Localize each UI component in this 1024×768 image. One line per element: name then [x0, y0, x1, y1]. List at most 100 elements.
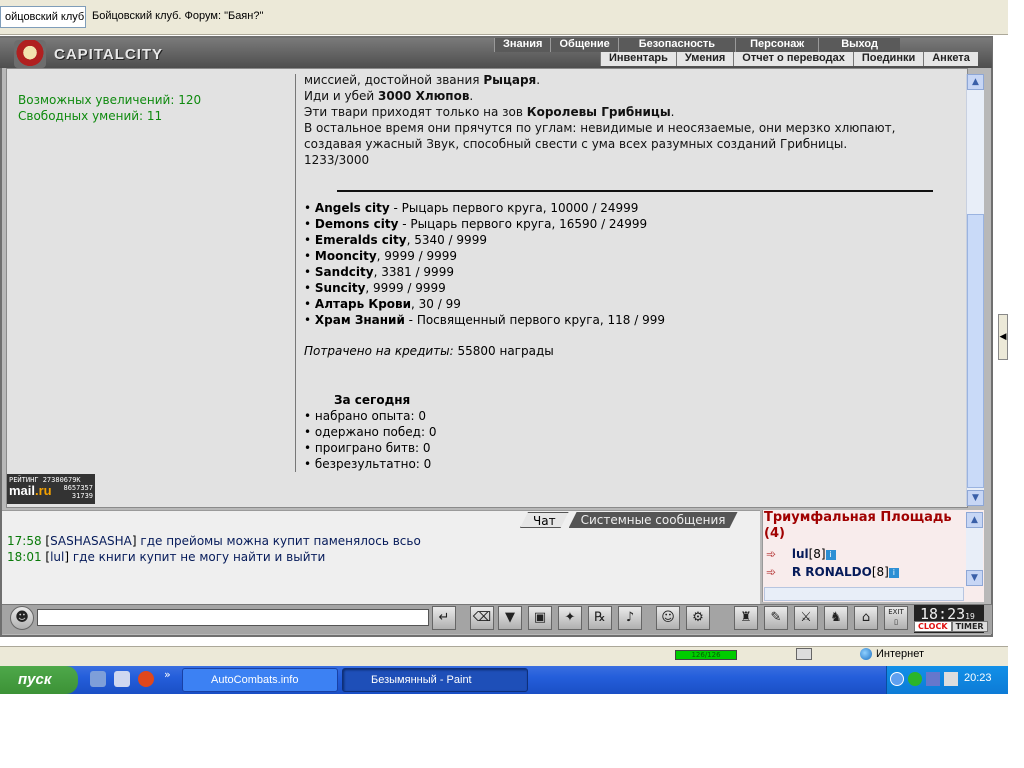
quest-line-3: Эти твари приходят только на зов Королев… — [304, 105, 675, 119]
fight-icon[interactable]: ⚔ — [794, 606, 818, 630]
rating-count-2: 31739 — [71, 492, 93, 500]
sound-icon[interactable]: ♪ — [618, 606, 642, 630]
column-divider — [295, 74, 296, 472]
exit-icon[interactable]: EXIT ▯ — [884, 606, 908, 630]
fight-arrow-icon[interactable]: ➾ — [766, 545, 788, 563]
bag-icon[interactable]: ♜ — [734, 606, 758, 630]
chevron-left-icon[interactable] — [890, 672, 904, 686]
nav-character[interactable]: Персонаж — [735, 38, 819, 52]
armor-icon[interactable]: ♞ — [824, 606, 848, 630]
quest-line-5: создавая ужасный Звук, способный свести … — [304, 137, 848, 151]
list-item: • Храм Знаний - Посвященный первого круг… — [304, 313, 665, 327]
send-icon[interactable]: ↵ — [432, 606, 456, 630]
network-icon — [796, 648, 812, 660]
private-icon[interactable]: ℞ — [588, 606, 612, 630]
emoticons-icon[interactable]: ☺ — [656, 606, 680, 630]
list-item: • безрезультатно: 0 — [304, 457, 432, 471]
scroll-up-button[interactable]: ▲ — [967, 74, 984, 90]
city-ranks-list: • Angels city - Рыцарь первого круга, 10… — [304, 200, 665, 328]
smiley-head-icon[interactable]: ☻ — [10, 606, 34, 630]
tab-system-messages[interactable]: Системные сообщения — [569, 512, 738, 528]
list-item: • Angels city - Рыцарь первого круга, 10… — [304, 201, 639, 215]
nav-knowledge[interactable]: Знания — [494, 38, 551, 52]
chat-input[interactable] — [37, 609, 429, 626]
list-item: • Suncity, 9999 / 9999 — [304, 281, 446, 295]
clear-icon[interactable]: ⌫ — [470, 606, 494, 630]
quest-progress: 1233/3000 — [304, 153, 370, 167]
nav-transfer-report[interactable]: Отчет о переводах — [733, 52, 853, 66]
free-skills: Свободных умений: 11 — [18, 109, 163, 123]
scroll-icon[interactable]: ✎ — [764, 606, 788, 630]
nav-exit[interactable]: Выход — [818, 38, 900, 52]
nav-inventory[interactable]: Инвентарь — [600, 52, 676, 66]
settings-icon[interactable]: ⚙ — [686, 606, 710, 630]
chat-line: 18:01 [lul] где книги купит не могу найт… — [7, 550, 326, 564]
list-item: • Sandcity, 3381 / 9999 — [304, 265, 454, 279]
browser-status-bar — [0, 646, 1008, 666]
chat-nick[interactable]: SASHASASHA — [50, 534, 132, 548]
tray-icon[interactable] — [944, 672, 958, 686]
nav-profile[interactable]: Анкета — [923, 52, 978, 66]
list-item: • проиграно битв: 0 — [304, 441, 431, 455]
tray-icon[interactable] — [908, 672, 922, 686]
mailru-rating-badge[interactable]: РЕЙТИНГ 27380679K mail.ru 8657357 31739 — [7, 474, 95, 504]
save-icon[interactable]: ▣ — [528, 606, 552, 630]
room-user-list: ➾ lul[8] i ➾ R RONALDO[8] i — [766, 545, 899, 581]
chat-tabs: Чат Системные сообщения — [520, 512, 738, 528]
start-button[interactable]: пуск — [0, 666, 78, 694]
today-title: За сегодня — [334, 393, 411, 407]
room-horizontal-scrollbar[interactable] — [764, 587, 964, 601]
quest-line-1: миссией, достойной звания Рыцаря. — [304, 73, 541, 87]
fight-arrow-icon[interactable]: ➾ — [766, 563, 788, 581]
task-paint[interactable]: Безымянный - Paint — [342, 668, 528, 692]
chat-line: 17:58 [SASHASASHA] где прейомы можна куп… — [7, 534, 421, 548]
browser-tab-forum[interactable]: Бойцовский клуб. Форум: "Баян?" — [88, 6, 278, 28]
globe-icon — [860, 648, 872, 661]
tab-chat[interactable]: Чат — [520, 512, 569, 528]
quicklaunch-icon[interactable] — [114, 671, 130, 687]
nav-social[interactable]: Общение — [550, 38, 618, 52]
main-nav: Знания Общение Безопасность Персонаж Вых… — [494, 38, 900, 52]
room-scrollbar[interactable]: ▲ ▼ — [966, 512, 983, 586]
capitalcity-logo: CAPITALCITY — [10, 40, 200, 68]
mailru-logo: mail.ru — [9, 483, 52, 498]
nav-fights[interactable]: Поединки — [852, 52, 924, 66]
scroll-up-button[interactable]: ▲ — [966, 512, 983, 528]
shield-logo-icon — [14, 40, 46, 68]
user-row: ➾ R RONALDO[8] i — [766, 563, 899, 581]
nav-security[interactable]: Безопасность — [617, 38, 736, 52]
possible-increases: Возможных увеличений: 120 — [18, 93, 202, 107]
panel-collapse-arrow-icon[interactable]: ◀ — [998, 314, 1008, 360]
quicklaunch-icon[interactable] — [138, 671, 154, 687]
filter-icon[interactable]: ▼ — [498, 606, 522, 630]
list-item: • одержано побед: 0 — [304, 425, 437, 439]
logo-text: CAPITALCITY — [54, 46, 164, 63]
content-scrollbar[interactable]: ▲ ▼ — [966, 74, 984, 506]
browser-tab-club[interactable]: ойцовский клуб — [0, 6, 86, 28]
rating-count-1: 8657357 — [63, 484, 93, 492]
credits-spent: Потрачено на кредиты: 55800 награды — [304, 344, 554, 358]
task-autocombats[interactable]: AutoCombats.info — [182, 668, 338, 692]
quicklaunch-icon[interactable] — [90, 671, 106, 687]
quest-line-4: В остальное время они прячутся по углам:… — [304, 121, 896, 135]
game-clock: 18:2319 CLOCK TIMER — [914, 605, 988, 633]
scroll-thumb[interactable] — [967, 214, 984, 488]
info-icon[interactable]: i — [888, 567, 899, 578]
user-row: ➾ lul[8] i — [766, 545, 899, 563]
clock-button[interactable]: CLOCK — [914, 621, 952, 632]
tray-icon[interactable] — [926, 672, 940, 686]
chevron-right-icon[interactable]: » — [164, 668, 171, 681]
scroll-down-button[interactable]: ▼ — [966, 570, 983, 586]
fighter-icon[interactable]: ✦ — [558, 606, 582, 630]
nav-skills[interactable]: Умения — [675, 52, 734, 66]
scroll-down-button[interactable]: ▼ — [967, 490, 984, 506]
chat-nick[interactable]: lul — [50, 550, 64, 564]
info-icon[interactable]: i — [825, 549, 836, 560]
list-item: • Mooncity, 9999 / 9999 — [304, 249, 458, 263]
timer-button[interactable]: TIMER — [951, 621, 988, 632]
separator-line — [337, 190, 933, 192]
list-item: • Алтарь Крови, 30 / 99 — [304, 297, 461, 311]
quest-line-2: Иди и убей 3000 Хлюпов. — [304, 89, 474, 103]
lock-icon[interactable]: ⌂ — [854, 606, 878, 630]
tray-clock: 20:23 — [964, 672, 992, 684]
